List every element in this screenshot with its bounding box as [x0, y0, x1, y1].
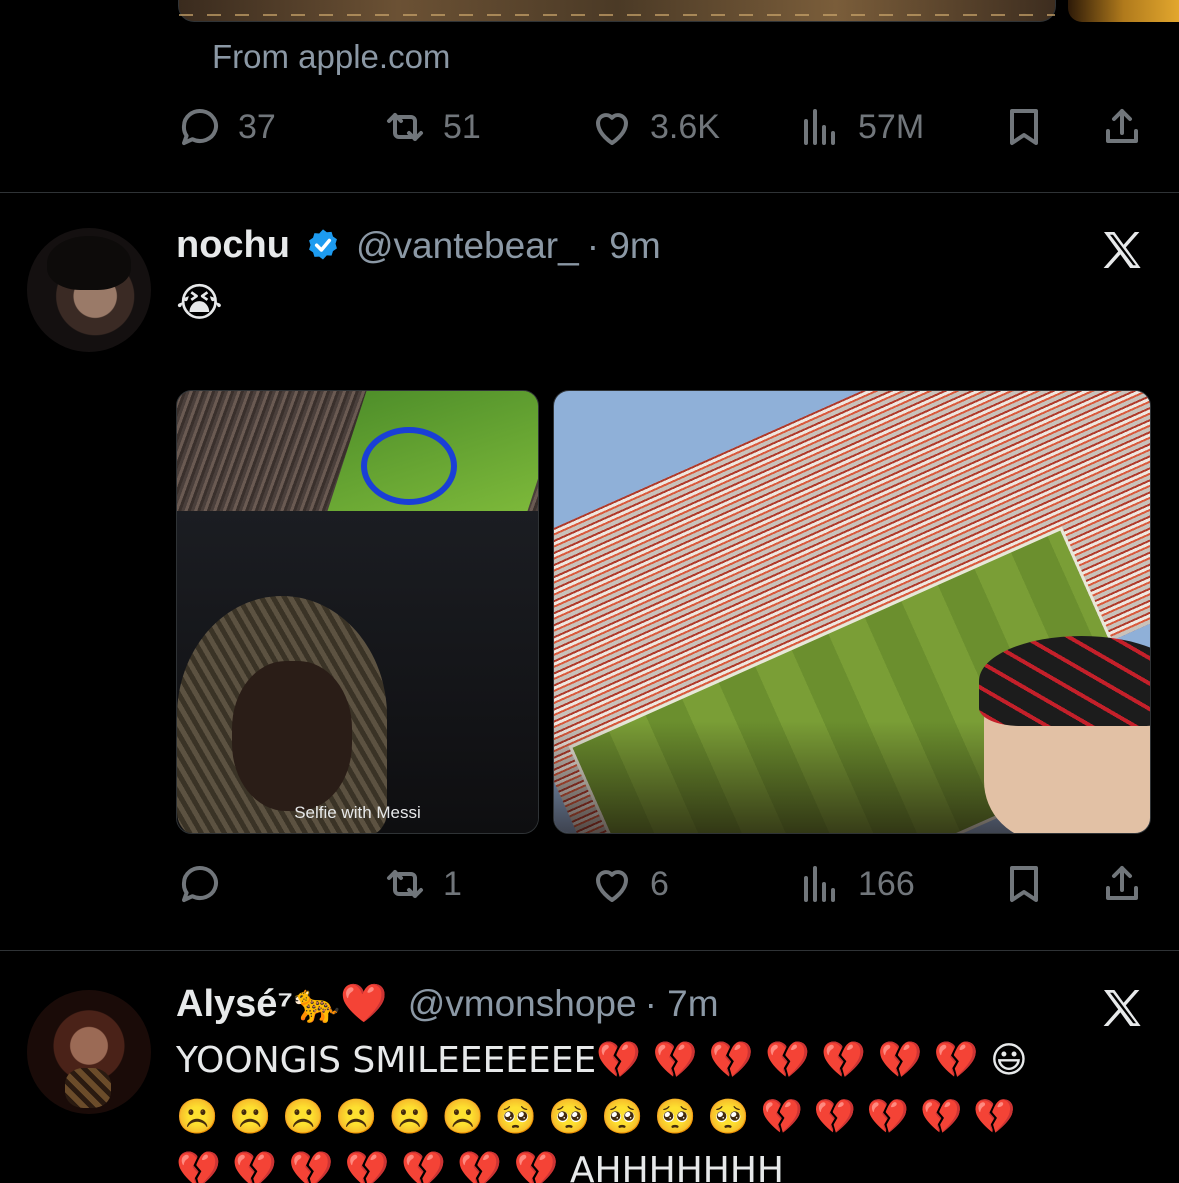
repost-icon: [387, 113, 423, 141]
bookmark-icon: [1010, 866, 1038, 902]
like-icon: [596, 870, 628, 902]
tweet-image-stadium-selfie[interactable]: [553, 390, 1151, 834]
share-icon: [1106, 109, 1138, 143]
link-source[interactable]: From apple.com: [212, 38, 450, 76]
tweet-divider: [0, 950, 1179, 951]
tweet-text-line: ☹️ ☹️ ☹️ ☹️ ☹️ ☹️ 🥺 🥺 🥺 🥺 🥺 💔 💔 💔 💔 💔: [176, 1097, 1016, 1137]
repost-button[interactable]: 51: [381, 102, 481, 152]
display-name[interactable]: nochu: [176, 224, 290, 267]
tweet-text: 😭: [176, 280, 223, 326]
image-caption: Selfie with Messi: [294, 803, 421, 822]
previous-tweet-actions: 37 51 3.6K 57M: [176, 102, 1156, 152]
reply-icon: [181, 866, 218, 902]
x-logo-icon: [1098, 226, 1146, 274]
avatar[interactable]: [27, 990, 151, 1114]
user-handle[interactable]: @vmonshope: [408, 983, 637, 1025]
tweet-header: nochu @vantebear_ · 9m: [176, 224, 661, 267]
verified-badge-icon: [309, 228, 337, 259]
repost-button[interactable]: 1: [381, 859, 462, 909]
timestamp[interactable]: · 7m: [645, 983, 719, 1025]
display-name[interactable]: Alysé⁷🐆❤️: [176, 982, 388, 1026]
tweet-text-line: 💔 💔 💔 💔 💔 💔 💔 AHHHHHHH: [176, 1150, 784, 1183]
tweet-actions: 1 6 166: [176, 859, 1156, 909]
bookmark-button[interactable]: [1000, 102, 1048, 152]
timestamp[interactable]: · 9m: [587, 225, 661, 267]
views-icon: [804, 109, 835, 145]
tweet-header: Alysé⁷🐆❤️ @vmonshope · 7m: [176, 982, 719, 1026]
share-icon: [1106, 866, 1138, 900]
bookmark-button[interactable]: [1000, 859, 1048, 909]
views-button[interactable]: 166: [796, 859, 915, 909]
views-button[interactable]: 57M: [796, 102, 924, 152]
tweet-text-line: YOONGIS SMILEEEEEEE💔 💔 💔 💔 💔 💔 💔 😃: [176, 1040, 1028, 1081]
repost-icon: [387, 870, 423, 898]
image-person-face: [232, 661, 352, 811]
share-button[interactable]: [1098, 859, 1146, 909]
like-icon: [596, 113, 628, 145]
reply-button[interactable]: [176, 859, 238, 909]
bookmark-icon: [1010, 109, 1038, 145]
reply-icon: [181, 109, 218, 145]
tweet-image-selfie-with-messi[interactable]: Selfie with Messi: [176, 390, 539, 834]
like-button[interactable]: 6: [588, 859, 669, 909]
share-button[interactable]: [1098, 102, 1146, 152]
avatar[interactable]: [27, 228, 151, 352]
like-button[interactable]: 3.6K: [588, 102, 720, 152]
views-icon: [804, 866, 835, 902]
reply-button[interactable]: 37: [176, 102, 276, 152]
x-logo-icon: [1098, 984, 1146, 1032]
previous-tweet-media[interactable]: [178, 0, 1056, 22]
tweet-divider: [0, 192, 1179, 193]
image-circle-annotation: [361, 427, 457, 505]
user-handle[interactable]: @vantebear_: [356, 225, 579, 267]
previous-tweet-media-secondary[interactable]: [1068, 0, 1179, 22]
